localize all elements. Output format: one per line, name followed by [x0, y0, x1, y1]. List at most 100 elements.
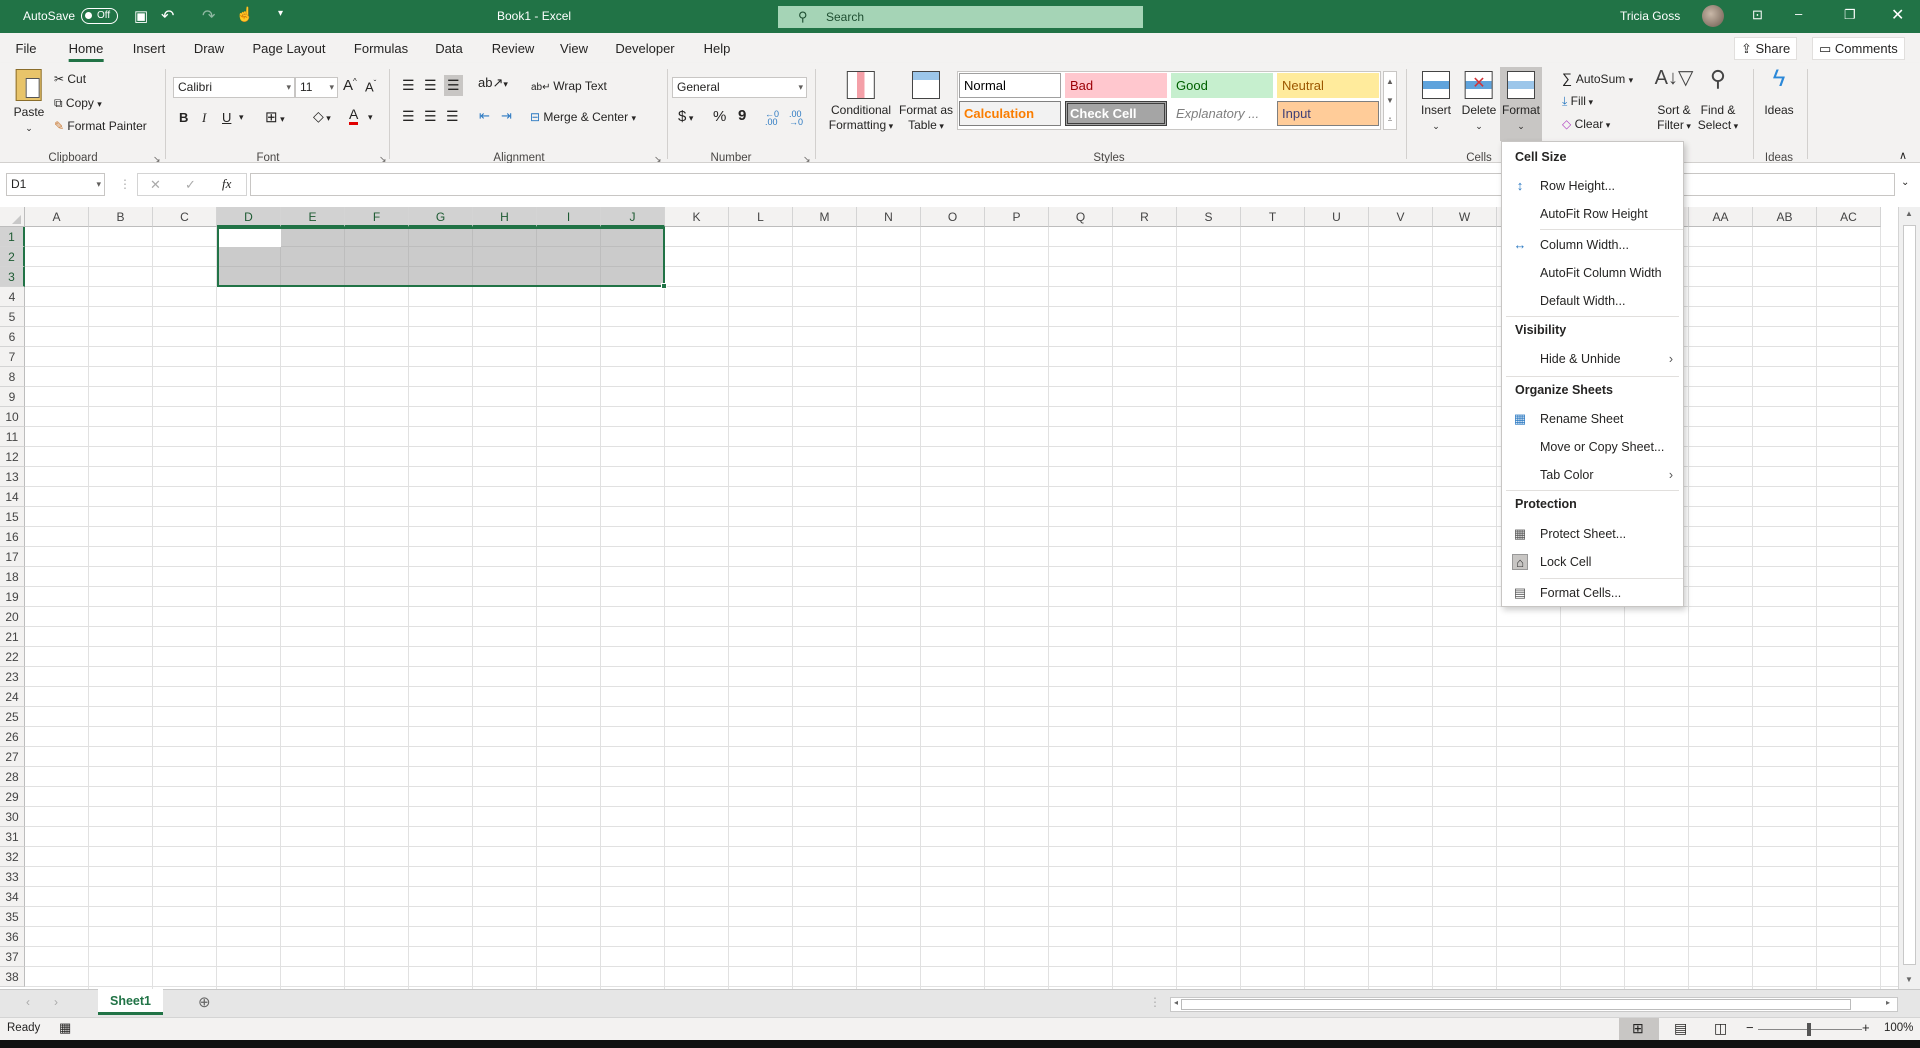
row-header-4[interactable]: 4 — [0, 287, 25, 307]
find-select-button[interactable]: ⚲ Find & Select ▾ — [1698, 68, 1738, 134]
sort-filter-button[interactable]: A↓▽ Sort & Filter ▾ — [1655, 68, 1694, 134]
menu-item-move-copy-sheet[interactable]: Move or Copy Sheet... — [1502, 434, 1683, 460]
scroll-down-icon[interactable]: ▼ — [1905, 975, 1913, 984]
cell-style-normal[interactable]: Normal — [959, 73, 1061, 98]
autosave-toggle[interactable]: Off — [81, 8, 118, 24]
row-header-2[interactable]: 2 — [0, 247, 25, 267]
collapse-ribbon-icon[interactable]: ∧ — [1899, 149, 1907, 162]
format-cells-dropdown-button[interactable]: Format ⌄ — [1502, 71, 1540, 134]
column-header-u[interactable]: U — [1305, 207, 1369, 227]
bold-button[interactable]: B — [179, 110, 188, 125]
cell-style-check-cell[interactable]: Check Cell — [1065, 101, 1167, 126]
customize-qat-icon[interactable]: ▾ — [278, 8, 283, 19]
tab-split-handle[interactable]: ⋮ — [1149, 995, 1161, 1009]
comments-button[interactable]: ▭ Comments — [1812, 37, 1905, 60]
column-header-n[interactable]: N — [857, 207, 921, 227]
prev-sheet-icon[interactable]: ‹ — [26, 995, 30, 1009]
zoom-slider-thumb[interactable] — [1807, 1023, 1811, 1036]
tab-page-layout[interactable]: Page Layout — [252, 41, 325, 56]
scroll-right-icon[interactable]: ▸ — [1886, 998, 1890, 1007]
enter-icon[interactable]: ✓ — [185, 177, 196, 193]
number-format-select[interactable]: General ▾ — [672, 77, 807, 98]
zoom-out-button[interactable]: − — [1746, 1020, 1754, 1035]
tab-developer[interactable]: Developer — [615, 41, 674, 56]
paste-button[interactable]: Paste ⌄ — [14, 69, 44, 136]
column-header-ac[interactable]: AC — [1817, 207, 1881, 227]
conditional-formatting-button[interactable]: Conditional Formatting ▾ — [829, 71, 893, 134]
column-header-q[interactable]: Q — [1049, 207, 1113, 227]
minimize-icon[interactable]: – — [1795, 6, 1802, 21]
decrease-indent-icon[interactable]: ⇤ — [479, 108, 490, 124]
top-align-icon[interactable]: ☰ — [402, 77, 415, 94]
insert-function-button[interactable]: fx — [222, 176, 231, 192]
menu-item-rename-sheet[interactable]: ▦ Rename Sheet — [1502, 406, 1683, 432]
cell-style-good[interactable]: Good — [1171, 73, 1273, 98]
increase-decimal-icon[interactable]: ←0.00 — [765, 110, 779, 127]
font-size-select[interactable]: 11 ▾ — [295, 77, 338, 98]
row-header-32[interactable]: 32 — [0, 847, 25, 867]
page-layout-view-icon[interactable]: ▤ — [1674, 1020, 1687, 1037]
column-header-b[interactable]: B — [89, 207, 153, 227]
column-header-j[interactable]: J — [601, 207, 665, 227]
cell-style-explanatory[interactable]: Explanatory ... — [1171, 101, 1273, 126]
tab-home[interactable]: Home — [68, 41, 103, 62]
row-header-19[interactable]: 19 — [0, 587, 25, 607]
select-all-button[interactable] — [0, 207, 25, 227]
row-header-30[interactable]: 30 — [0, 807, 25, 827]
fill-handle[interactable] — [661, 283, 667, 289]
menu-item-row-height[interactable]: ↕ Row Height... — [1502, 173, 1683, 199]
row-header-33[interactable]: 33 — [0, 867, 25, 887]
scrollbar-thumb[interactable] — [1903, 225, 1916, 965]
decrease-decimal-icon[interactable]: .00 →0 — [789, 110, 803, 127]
fill-color-icon[interactable]: ◇ ▾ — [313, 108, 331, 125]
row-header-25[interactable]: 25 — [0, 707, 25, 727]
share-button[interactable]: ⇪ Share — [1734, 37, 1798, 60]
column-header-d[interactable]: D — [217, 207, 281, 227]
scroll-left-icon[interactable]: ◂ — [1174, 998, 1178, 1007]
increase-indent-icon[interactable]: ⇥ — [501, 108, 512, 124]
row-header-29[interactable]: 29 — [0, 787, 25, 807]
macro-recording-icon[interactable]: ▦ — [59, 1020, 71, 1036]
increase-font-icon[interactable]: A^ — [343, 77, 357, 94]
scrollbar-thumb[interactable] — [1181, 999, 1851, 1010]
row-header-13[interactable]: 13 — [0, 467, 25, 487]
more-styles-icon[interactable]: ⩡ — [1384, 110, 1396, 129]
row-header-22[interactable]: 22 — [0, 647, 25, 667]
tab-draw[interactable]: Draw — [194, 41, 224, 56]
scroll-down-icon[interactable]: ▼ — [1384, 91, 1396, 110]
close-icon[interactable]: ✕ — [1891, 5, 1904, 25]
row-header-28[interactable]: 28 — [0, 767, 25, 787]
column-header-i[interactable]: I — [537, 207, 601, 227]
menu-item-tab-color[interactable]: Tab Color › — [1502, 462, 1683, 488]
page-break-view-icon[interactable]: ◫ — [1714, 1020, 1727, 1037]
cell-style-input[interactable]: Input — [1277, 101, 1379, 126]
restore-icon[interactable]: ❐ — [1844, 7, 1856, 23]
cell-style-calculation[interactable]: Calculation — [959, 101, 1061, 126]
horizontal-scrollbar[interactable]: ◂ ▸ — [1170, 997, 1898, 1012]
row-header-11[interactable]: 11 — [0, 427, 25, 447]
normal-view-button[interactable]: ⊞ — [1619, 1018, 1659, 1040]
row-header-37[interactable]: 37 — [0, 947, 25, 967]
chevron-down-icon[interactable]: ▾ — [239, 112, 244, 123]
italic-button[interactable]: I — [202, 110, 206, 126]
save-icon[interactable]: ▣ — [134, 7, 148, 25]
ribbon-display-icon[interactable]: ⊡ — [1752, 7, 1763, 23]
insert-cells-button[interactable]: Insert ⌄ — [1421, 71, 1451, 134]
autosum-button[interactable]: ∑ AutoSum ▾ — [1562, 70, 1633, 86]
fill-button[interactable]: ⤓ Fill ▾ — [1562, 94, 1593, 109]
expand-formula-bar-icon[interactable]: ⌄ — [1901, 177, 1909, 188]
column-header-r[interactable]: R — [1113, 207, 1177, 227]
row-header-36[interactable]: 36 — [0, 927, 25, 947]
column-header-a[interactable]: A — [25, 207, 89, 227]
row-header-3[interactable]: 3 — [0, 267, 25, 287]
undo-icon[interactable]: ↶ — [161, 6, 174, 26]
row-header-18[interactable]: 18 — [0, 567, 25, 587]
cell-style-neutral[interactable]: Neutral — [1277, 73, 1379, 98]
zoom-level[interactable]: 100% — [1884, 1022, 1913, 1034]
row-header-12[interactable]: 12 — [0, 447, 25, 467]
avatar[interactable] — [1702, 5, 1724, 27]
currency-button[interactable]: $ ▾ — [678, 108, 693, 125]
row-header-6[interactable]: 6 — [0, 327, 25, 347]
tab-insert[interactable]: Insert — [133, 41, 166, 56]
row-header-23[interactable]: 23 — [0, 667, 25, 687]
